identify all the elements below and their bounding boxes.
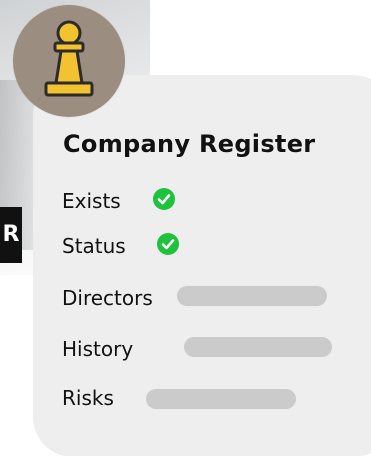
row-label: Exists <box>62 188 121 213</box>
row-directors: Directors <box>62 282 153 310</box>
directors-placeholder-bar <box>177 286 327 306</box>
row-history: History <box>62 333 133 361</box>
card-title: Company Register <box>63 130 316 158</box>
stage: R Company Register Exists Status Directo… <box>0 0 371 456</box>
history-placeholder-bar <box>184 337 332 357</box>
row-label: Directors <box>62 285 153 310</box>
row-status: Status <box>62 230 179 258</box>
side-tag-text: R <box>2 222 20 247</box>
row-label: Status <box>62 233 126 258</box>
side-tag: R <box>0 207 22 263</box>
check-circle-icon <box>153 188 175 210</box>
risks-placeholder-bar <box>146 389 296 409</box>
row-label: Risks <box>62 385 114 410</box>
row-risks: Risks <box>62 382 114 410</box>
check-circle-icon <box>157 233 179 255</box>
row-exists: Exists <box>62 185 175 213</box>
pawn-badge <box>13 5 125 117</box>
row-label: History <box>62 336 134 361</box>
chess-pawn-icon <box>44 20 94 97</box>
